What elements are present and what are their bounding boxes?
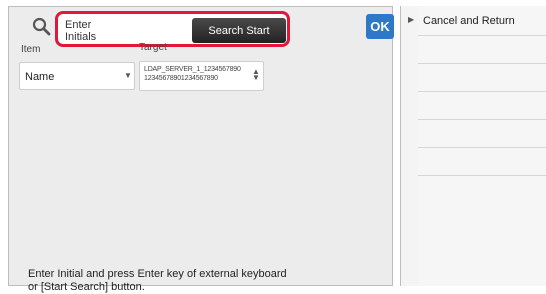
search-start-button[interactable]: Search Start: [192, 18, 286, 43]
item-select-value: Name: [25, 71, 55, 83]
collapse-arrow-icon: ▶: [408, 15, 415, 24]
main-panel: Enter Initials Search Start OK Item Targ…: [8, 6, 394, 293]
search-screen: Enter Initials Search Start OK Item Targ…: [0, 0, 546, 293]
initials-input[interactable]: [65, 17, 185, 44]
search-icon: [31, 16, 53, 38]
help-text: Enter Initial and press Enter key of ext…: [28, 268, 287, 293]
menu-item-empty: [418, 120, 546, 148]
chevron-down-icon: ▼: [124, 71, 132, 80]
menu-item-label: Cancel and Return: [423, 15, 515, 27]
up-down-arrows-icon: ▲ ▼: [252, 67, 260, 82]
menu-item-empty: [418, 36, 546, 64]
menu-item-empty: [418, 92, 546, 120]
target-column-header: Target: [139, 42, 167, 53]
initials-search-box: Enter Initials Search Start: [55, 11, 290, 47]
menu-item-empty: [418, 148, 546, 176]
target-select-line1: LDAP_SERVER_1_1234567890: [144, 66, 241, 73]
action-panel: ▶ Cancel and Return: [400, 6, 546, 286]
item-select[interactable]: Name ▼: [19, 62, 135, 90]
ok-button[interactable]: OK: [366, 14, 394, 39]
target-select[interactable]: LDAP_SERVER_1_1234567890 123456789012345…: [139, 61, 264, 91]
item-column-header: Item: [21, 44, 41, 55]
menu-item-cancel-and-return[interactable]: Cancel and Return: [418, 6, 546, 36]
action-menu-list: Cancel and Return: [418, 6, 546, 286]
menu-item-empty: [418, 64, 546, 92]
panel-collapse-toggle[interactable]: ▶: [403, 6, 419, 286]
target-select-line2: 12345678901234567890: [144, 75, 218, 82]
